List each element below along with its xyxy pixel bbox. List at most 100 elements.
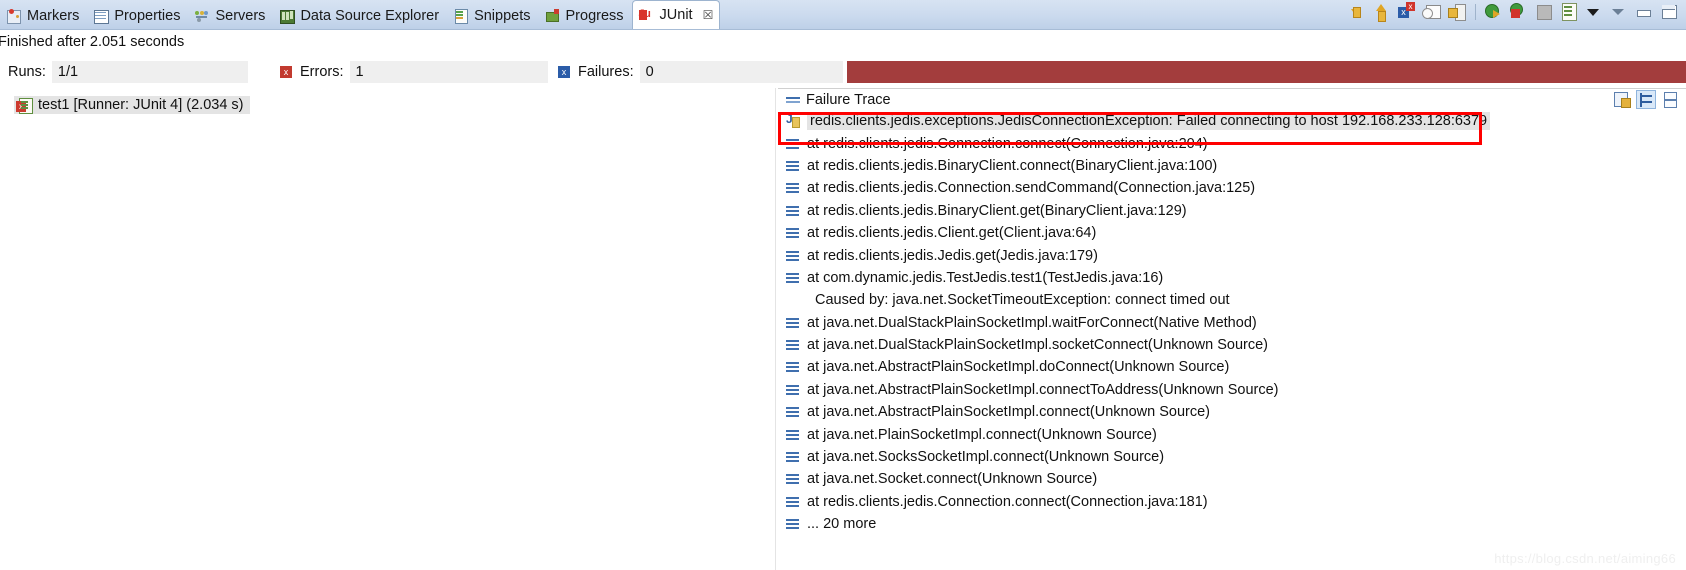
test-tree-pane[interactable]: x test1 [Runner: JUnit 4] (2.034 s) [0, 88, 775, 570]
pane-splitter[interactable] [775, 88, 777, 570]
trace-line-text: Caused by: java.net.SocketTimeoutExcepti… [815, 292, 1230, 309]
rerun-test-button[interactable] [1483, 1, 1505, 23]
markers-icon [6, 8, 22, 24]
trace-line-text: at redis.clients.jedis.Connection.sendCo… [807, 180, 1256, 197]
trace-line[interactable]: at java.net.Socket.connect(Unknown Sourc… [778, 468, 1686, 490]
separator [1471, 1, 1480, 23]
junit-view: Markers Properties Servers Data Source Expl… [0, 0, 1686, 570]
tab-properties[interactable]: Properties [87, 3, 188, 29]
stack-frame-icon [786, 181, 800, 195]
error-badge-icon: x [16, 101, 26, 112]
stack-frame-icon [786, 383, 800, 397]
trace-line[interactable]: at java.net.PlainSocketImpl.connect(Unkn… [778, 423, 1686, 445]
stack-frame-icon [786, 450, 800, 464]
close-icon[interactable]: ☒ [703, 8, 714, 22]
errors-label: Errors: [300, 63, 344, 80]
data-source-explorer-icon [279, 8, 296, 24]
tab-label: Properties [114, 8, 181, 24]
toggle-view-button[interactable] [1660, 90, 1680, 109]
trace-line[interactable]: at java.net.AbstractPlainSocketImpl.doCo… [778, 356, 1686, 378]
failures-counter: Failures: 0 [548, 58, 843, 85]
tab-label: Progress [565, 8, 624, 24]
failures-value: 0 [639, 60, 843, 83]
compare-result-button[interactable] [1636, 90, 1656, 109]
show-failures-only-button[interactable] [1396, 1, 1418, 23]
runs-label: Runs: [8, 63, 46, 80]
trace-line[interactable]: at redis.clients.jedis.Connection.connec… [778, 132, 1686, 154]
rerun-failed-tests-button[interactable] [1508, 1, 1530, 23]
trace-line[interactable]: redis.clients.jedis.exceptions.JedisConn… [778, 110, 1686, 132]
stack-frame-icon [786, 226, 800, 240]
failure-trace-pane: Failure Trace redis.clients.jedis.except… [778, 88, 1686, 570]
stack-frame-icon [786, 204, 800, 218]
trace-line-text: at java.net.PlainSocketImpl.connect(Unkn… [807, 426, 1157, 443]
failure-trace-icon [786, 93, 801, 107]
trace-line[interactable]: at java.net.SocksSocketImpl.connect(Unkn… [778, 446, 1686, 468]
trace-line[interactable]: at redis.clients.jedis.Jedis.get(Jedis.j… [778, 244, 1686, 266]
tab-junit[interactable]: JUnit ☒ [631, 0, 721, 29]
trace-line[interactable]: at redis.clients.jedis.Client.get(Client… [778, 222, 1686, 244]
stack-frame-icon [786, 517, 800, 531]
failure-trace-title: Failure Trace [806, 91, 891, 108]
tab-label: Servers [215, 8, 266, 24]
stop-button[interactable] [1533, 1, 1555, 23]
trace-line[interactable]: at com.dynamic.jedis.TestJedis.test1(Tes… [778, 267, 1686, 289]
stack-frame-icon [786, 316, 800, 330]
maximize-view-button[interactable] [1658, 1, 1680, 23]
trace-line[interactable]: at redis.clients.jedis.Connection.sendCo… [778, 177, 1686, 199]
progress-icon [545, 8, 561, 24]
error-icon [280, 65, 292, 78]
next-failure-button[interactable] [1346, 1, 1368, 23]
tab-snippets[interactable]: Snippets [447, 3, 538, 29]
lock-view-button[interactable] [1446, 1, 1468, 23]
view-tab-bar: Markers Properties Servers Data Source Expl… [0, 0, 1686, 30]
failures-label: Failures: [578, 63, 634, 80]
stack-frame-icon [786, 137, 800, 151]
failure-trace-list[interactable]: redis.clients.jedis.exceptions.JedisConn… [778, 110, 1686, 535]
trace-line-text: at redis.clients.jedis.Client.get(Client… [807, 225, 1097, 242]
arrow-up-icon [1376, 4, 1386, 22]
stack-frame-icon [786, 428, 800, 442]
servers-icon [194, 8, 210, 24]
test-tree-item[interactable]: x test1 [Runner: JUnit 4] (2.034 s) [14, 96, 250, 114]
trace-line[interactable]: at java.net.AbstractPlainSocketImpl.conn… [778, 379, 1686, 401]
trace-line[interactable]: Caused by: java.net.SocketTimeoutExcepti… [778, 289, 1686, 311]
runs-value: 1/1 [51, 60, 248, 83]
trace-line[interactable]: at java.net.DualStackPlainSocketImpl.soc… [778, 334, 1686, 356]
trace-line[interactable]: at redis.clients.jedis.BinaryClient.get(… [778, 200, 1686, 222]
trace-line-text: at com.dynamic.jedis.TestJedis.test1(Tes… [807, 269, 1164, 286]
stack-frame-icon [786, 405, 800, 419]
trace-line-text: ... 20 more [807, 516, 877, 533]
stack-frame-icon [786, 360, 800, 374]
filter-stack-trace-button[interactable] [1421, 1, 1443, 23]
stack-frame-icon [786, 159, 800, 173]
copy-trace-button[interactable] [1612, 90, 1632, 109]
tab-data-source-explorer[interactable]: Data Source Explorer [273, 3, 447, 29]
minimize-view-button[interactable] [1608, 1, 1630, 23]
trace-line[interactable]: at java.net.AbstractPlainSocketImpl.conn… [778, 401, 1686, 423]
trace-line[interactable]: ... 20 more [778, 513, 1686, 535]
snippets-icon [453, 8, 469, 24]
tab-progress[interactable]: Progress [539, 3, 632, 29]
test-tree-item-label: test1 [Runner: JUnit 4] (2.034 s) [38, 97, 244, 113]
restore-view-button[interactable] [1633, 1, 1655, 23]
tab-markers[interactable]: Markers [0, 3, 87, 29]
progress-bar-wrap [847, 60, 1686, 83]
finished-text: Finished after 2.051 seconds [0, 34, 185, 50]
tab-label: Snippets [474, 8, 531, 24]
trace-line-text: at java.net.SocksSocketImpl.connect(Unkn… [807, 449, 1165, 466]
trace-line[interactable]: at redis.clients.jedis.BinaryClient.conn… [778, 155, 1686, 177]
test-run-history-button[interactable] [1558, 1, 1580, 23]
previous-failure-button[interactable] [1371, 1, 1393, 23]
view-tabs: Markers Properties Servers Data Source Expl… [0, 0, 721, 29]
trace-line[interactable]: at redis.clients.jedis.Connection.connec… [778, 491, 1686, 513]
view-menu-button[interactable] [1583, 1, 1605, 23]
trace-line-text: at java.net.AbstractPlainSocketImpl.conn… [807, 404, 1210, 421]
trace-line[interactable]: at java.net.DualStackPlainSocketImpl.wai… [778, 312, 1686, 334]
stack-frame-icon [786, 472, 800, 486]
tab-servers[interactable]: Servers [188, 3, 273, 29]
tab-label: Data Source Explorer [300, 8, 440, 24]
failure-icon [558, 65, 570, 78]
stack-frame-icon [786, 495, 800, 509]
test-error-icon: x [16, 97, 33, 114]
